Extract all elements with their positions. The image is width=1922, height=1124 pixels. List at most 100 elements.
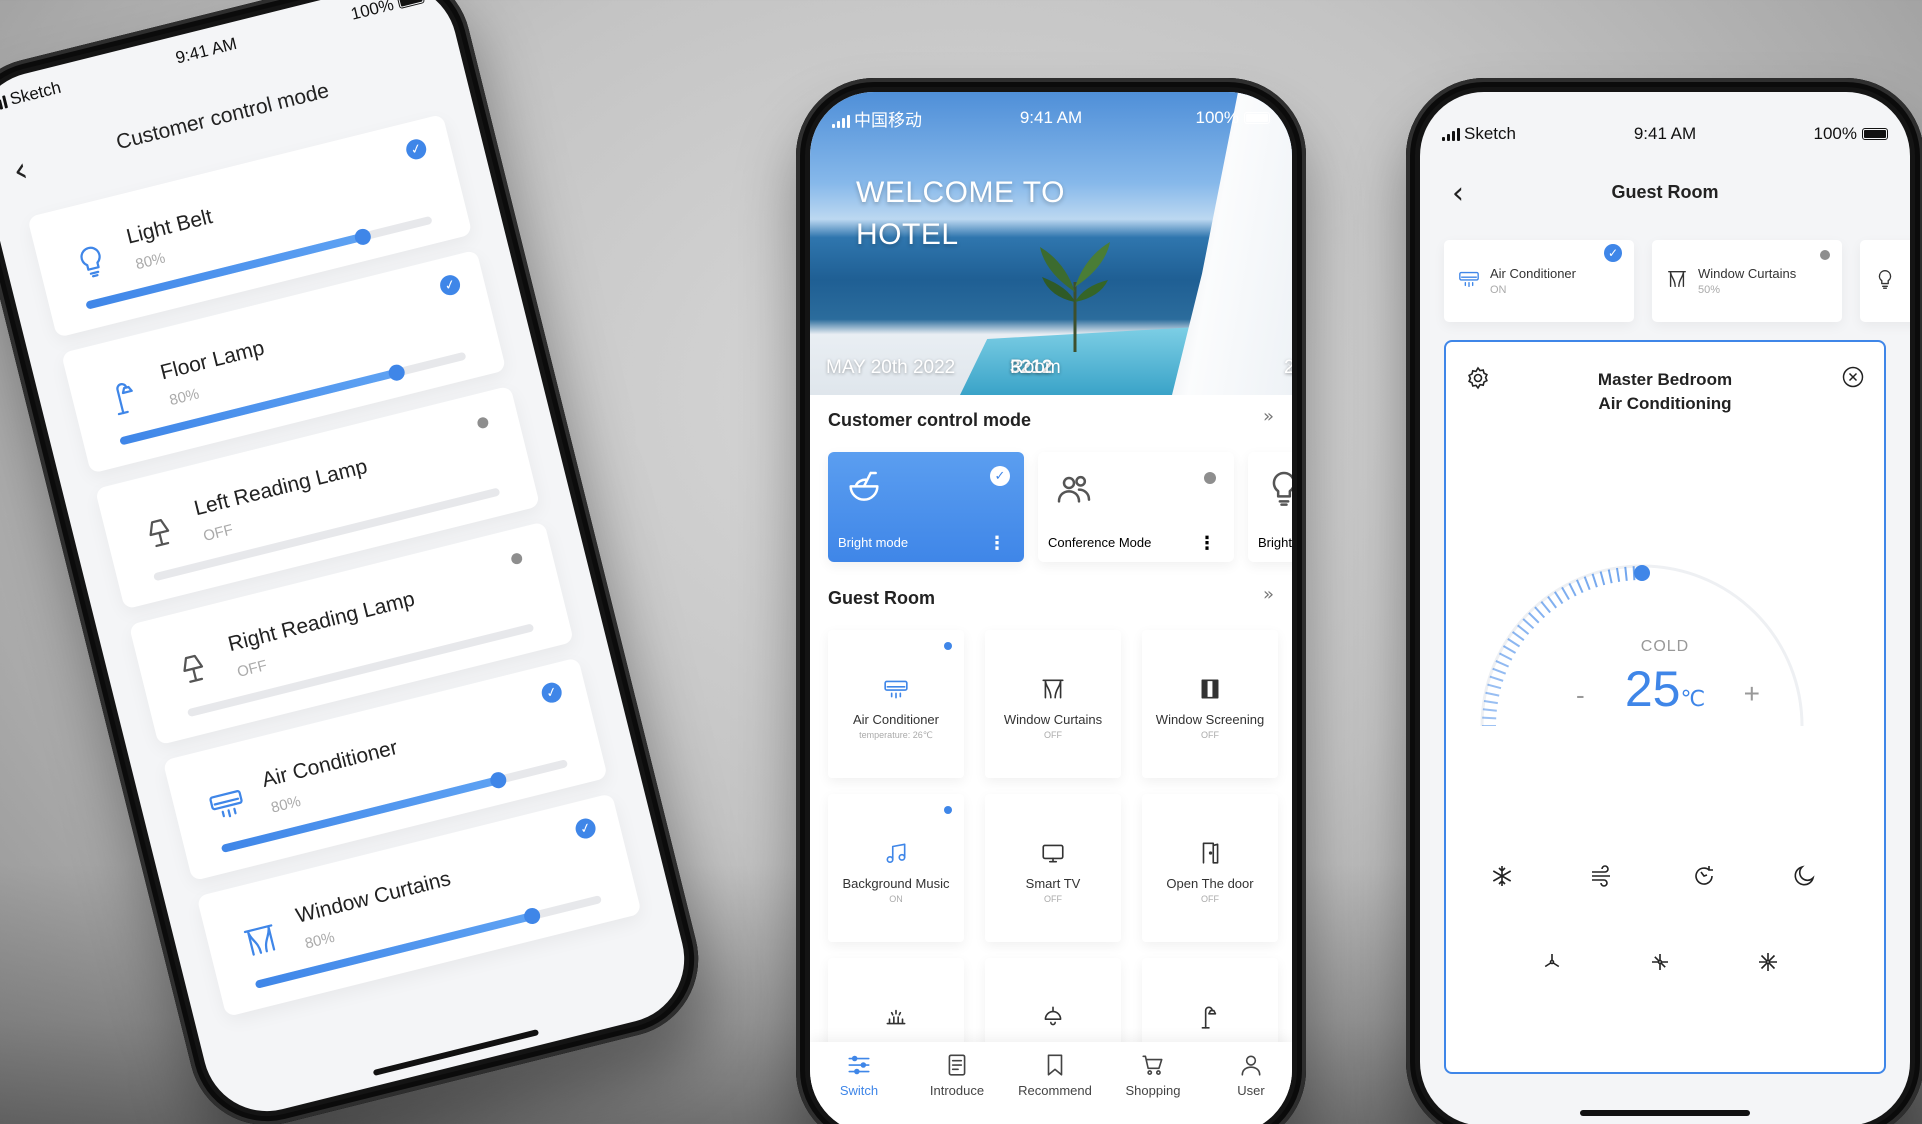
people-icon [1057, 475, 1091, 503]
device-card[interactable] [1860, 240, 1910, 322]
inactive-dot[interactable] [510, 551, 524, 566]
mode-card[interactable]: Bright [1248, 452, 1292, 562]
device-name: Air Conditioner [1490, 266, 1576, 281]
checkmark-icon[interactable]: ✓ [404, 137, 429, 162]
right-phone-screen: Sketch 9:41 AM 100% ‹ Guest Room Air Con… [1420, 92, 1910, 1124]
battery-icon [1244, 112, 1270, 124]
tab-recommend[interactable]: Recommend [1006, 1052, 1104, 1100]
panel-title-line1: Master Bedroom [1597, 370, 1733, 389]
tab-introduce[interactable]: Introduce [908, 1052, 1006, 1100]
sliders-icon [846, 1052, 872, 1078]
cart-icon [1142, 1055, 1163, 1076]
tab-user[interactable]: User [1202, 1052, 1292, 1100]
wind-icon[interactable] [1588, 862, 1616, 890]
dial-tick [1624, 566, 1628, 581]
tab-shopping[interactable]: Shopping [1104, 1052, 1202, 1100]
tv-icon [1042, 844, 1064, 863]
control-section-more-icon[interactable]: » [1263, 406, 1274, 427]
tile-status: OFF [1044, 894, 1062, 904]
ceiling-lamp-icon [1040, 1004, 1066, 1030]
device-name: Air Conditioner [259, 736, 400, 792]
decrease-button[interactable]: - [1576, 680, 1585, 711]
bulb-icon [1272, 471, 1292, 506]
door-icon [1202, 842, 1219, 864]
device-tile[interactable]: Window Curtains OFF [985, 630, 1121, 778]
checkmark-icon[interactable]: ✓ [437, 273, 463, 298]
reading-lamp-icon [171, 647, 215, 691]
tile-status: OFF [1044, 730, 1062, 740]
device-tile[interactable]: Open The door OFF [1142, 794, 1278, 942]
auto-icon[interactable] [1690, 862, 1718, 890]
bookmark-icon [1047, 1054, 1063, 1076]
device-name: Window Curtains [1698, 266, 1797, 281]
device-status: OFF [201, 521, 235, 545]
air-conditioner-icon [1459, 271, 1479, 288]
device-tile[interactable]: Smart TV OFF [985, 794, 1121, 942]
tab-switch[interactable]: Switch [810, 1052, 908, 1100]
floor-lamp-icon [104, 375, 148, 419]
device-status: 50% [1698, 284, 1721, 296]
device-tile[interactable]: Background Music ON [828, 794, 964, 942]
checkmark-icon: ✓ [990, 466, 1010, 486]
fan-mid-icon[interactable] [1646, 948, 1674, 976]
hero-banner: 中国移动 9:41 AM 100% WELCOME TO HOTEL MAY 2… [810, 92, 1292, 395]
tile-status: OFF [1201, 730, 1219, 740]
dial-handle[interactable] [1634, 565, 1650, 581]
book-icon [948, 1054, 966, 1076]
device-card[interactable]: Air Conditioner ON ✓ [1444, 240, 1634, 322]
tv-icon [1040, 840, 1066, 866]
temperature-value: 25 [1624, 661, 1681, 717]
tile-status: OFF [1201, 894, 1219, 904]
room-section-more-icon[interactable]: » [1263, 584, 1274, 605]
carrier: Sketch [0, 78, 63, 115]
mode-carousel: Bright mode ⋮ ✓ Conference Mode ⋮ Bright [828, 452, 1292, 562]
plant-illustration [1040, 242, 1110, 352]
floor-lamp-icon [1197, 1004, 1223, 1030]
tab-label: Shopping [1125, 1083, 1181, 1098]
battery-icon [396, 0, 426, 10]
more-options-icon[interactable]: ⋮ [988, 533, 1006, 554]
bookmark-icon [1042, 1052, 1068, 1078]
fan-high-icon[interactable] [1754, 948, 1782, 976]
dial-tick [1607, 569, 1613, 584]
right-phone: Sketch 9:41 AM 100% ‹ Guest Room Air Con… [1406, 78, 1922, 1124]
device-tile[interactable]: Window Screening OFF [1142, 630, 1278, 778]
increase-button[interactable]: + [1744, 678, 1760, 710]
slider-handle[interactable] [522, 906, 542, 926]
device-tile[interactable]: Air Conditioner temperature: 26℃ [828, 630, 964, 778]
device-name: Left Reading Lamp [191, 455, 370, 521]
air-conditioner-icon [1458, 268, 1480, 290]
device-name: Right Reading Lamp [225, 587, 418, 657]
fan-low-icon[interactable] [1538, 948, 1566, 976]
slider-handle[interactable] [488, 770, 508, 790]
dial-tick [1599, 571, 1606, 586]
checkmark-icon[interactable]: ✓ [573, 816, 598, 841]
snowflake-icon[interactable] [1488, 862, 1516, 890]
room-section-title: Guest Room [828, 588, 936, 608]
mode-card[interactable]: Bright mode ⋮ ✓ [828, 452, 1024, 562]
bulb-icon [1874, 268, 1896, 290]
air-conditioner-icon [205, 783, 249, 827]
signal-icon [1442, 128, 1460, 141]
people-icon [1054, 468, 1094, 508]
device-card[interactable]: Window Curtains 50% [1652, 240, 1842, 322]
heater-icon [883, 1004, 909, 1030]
battery: 100% [1196, 108, 1270, 128]
slider-handle[interactable] [352, 227, 373, 247]
book-icon [944, 1052, 970, 1078]
slider-handle[interactable] [386, 363, 407, 383]
carrier: Sketch [1442, 124, 1516, 144]
dial-tick [1615, 567, 1621, 582]
sleep-moon-icon[interactable] [1790, 862, 1818, 890]
hero-title-line1: WELCOME TO [856, 176, 1065, 209]
mode-card[interactable]: Conference Mode ⋮ [1038, 452, 1234, 562]
status-bar: 中国移动 9:41 AM 100% [810, 96, 1292, 140]
reading-lamp-icon [138, 511, 182, 555]
inactive-dot[interactable] [476, 416, 490, 430]
more-options-icon[interactable]: ⋮ [1198, 533, 1216, 554]
checkmark-icon[interactable]: ✓ [539, 680, 564, 705]
reading-lamp-icon [183, 654, 204, 683]
ac-control-panel: Master Bedroom Air Conditioning COLD - 2… [1444, 340, 1886, 1074]
music-icon [883, 840, 909, 866]
checkmark-icon: ✓ [1604, 244, 1622, 262]
